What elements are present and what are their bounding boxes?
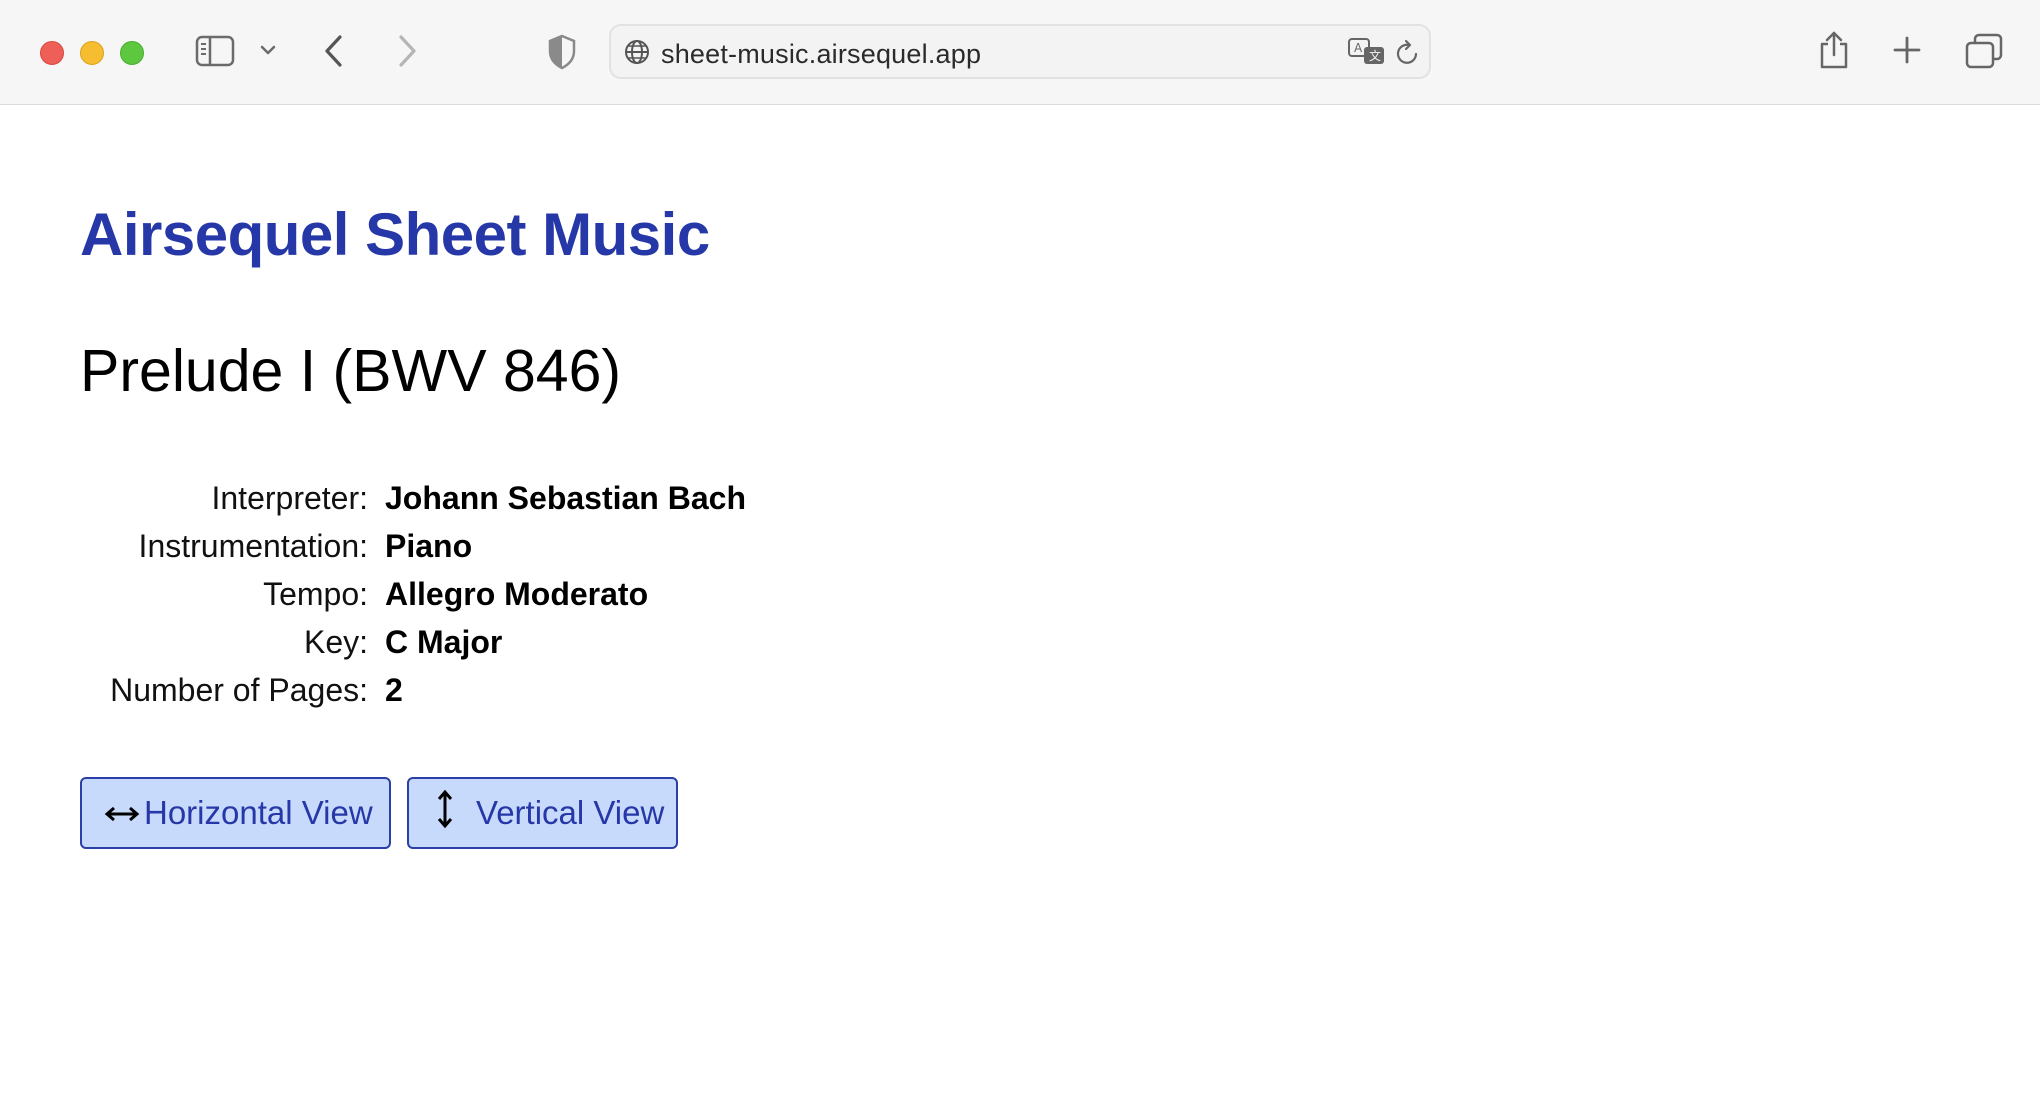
detail-value: Allegro Moderato [385, 575, 649, 612]
piece-title: Prelude I (BWV 846) [80, 338, 622, 404]
detail-value: 2 [385, 671, 403, 708]
reload-icon[interactable] [1395, 39, 1421, 67]
detail-label: Key: [303, 623, 368, 660]
horizontal-view-label: Horizontal View [144, 794, 373, 831]
svg-text:A: A [1354, 41, 1363, 55]
detail-row-pages: Number of Pages: 2 [80, 666, 746, 714]
back-arrow-icon[interactable] [323, 34, 345, 68]
forward-arrow-icon[interactable] [396, 34, 418, 68]
detail-value: Piano [385, 527, 473, 564]
address-bar[interactable]: sheet-music.airsequel.app A 文 [609, 24, 1431, 79]
detail-value: C Major [385, 623, 503, 660]
detail-row-tempo: Tempo: Allegro Moderato [80, 570, 746, 618]
site-title[interactable]: Airsequel Sheet Music [80, 200, 710, 269]
detail-label: Interpreter: [211, 479, 368, 516]
sidebar-icon[interactable] [195, 35, 235, 67]
piece-details: Interpreter: Johann Sebastian Bach Instr… [80, 474, 746, 714]
shield-icon[interactable] [547, 34, 577, 70]
vertical-arrows-icon [436, 789, 454, 837]
detail-label: Tempo: [263, 575, 368, 612]
vertical-view-label: Vertical View [476, 794, 665, 831]
horizontal-arrows-icon [104, 794, 140, 832]
plus-icon[interactable] [1892, 35, 1922, 65]
vertical-view-button[interactable]: Vertical View [407, 777, 678, 849]
translate-icon[interactable]: A 文 [1347, 37, 1387, 67]
tab-overview-icon[interactable] [1965, 33, 2003, 69]
detail-label: Instrumentation: [138, 527, 368, 564]
detail-label: Number of Pages: [110, 671, 368, 708]
globe-icon [623, 38, 651, 66]
minimize-window-button[interactable] [80, 41, 104, 65]
chevron-down-icon[interactable] [259, 44, 277, 56]
close-window-button[interactable] [40, 41, 64, 65]
detail-row-key: Key: C Major [80, 618, 746, 666]
share-icon[interactable] [1817, 30, 1851, 70]
svg-text:文: 文 [1369, 48, 1381, 63]
zoom-window-button[interactable] [120, 41, 144, 65]
detail-value: Johann Sebastian Bach [385, 479, 746, 516]
url-text[interactable]: sheet-music.airsequel.app [661, 39, 981, 70]
detail-row-instrumentation: Instrumentation: Piano [80, 522, 746, 570]
browser-toolbar: sheet-music.airsequel.app A 文 [0, 0, 2040, 105]
horizontal-view-button[interactable]: Horizontal View [80, 777, 391, 849]
detail-row-interpreter: Interpreter: Johann Sebastian Bach [80, 474, 746, 522]
